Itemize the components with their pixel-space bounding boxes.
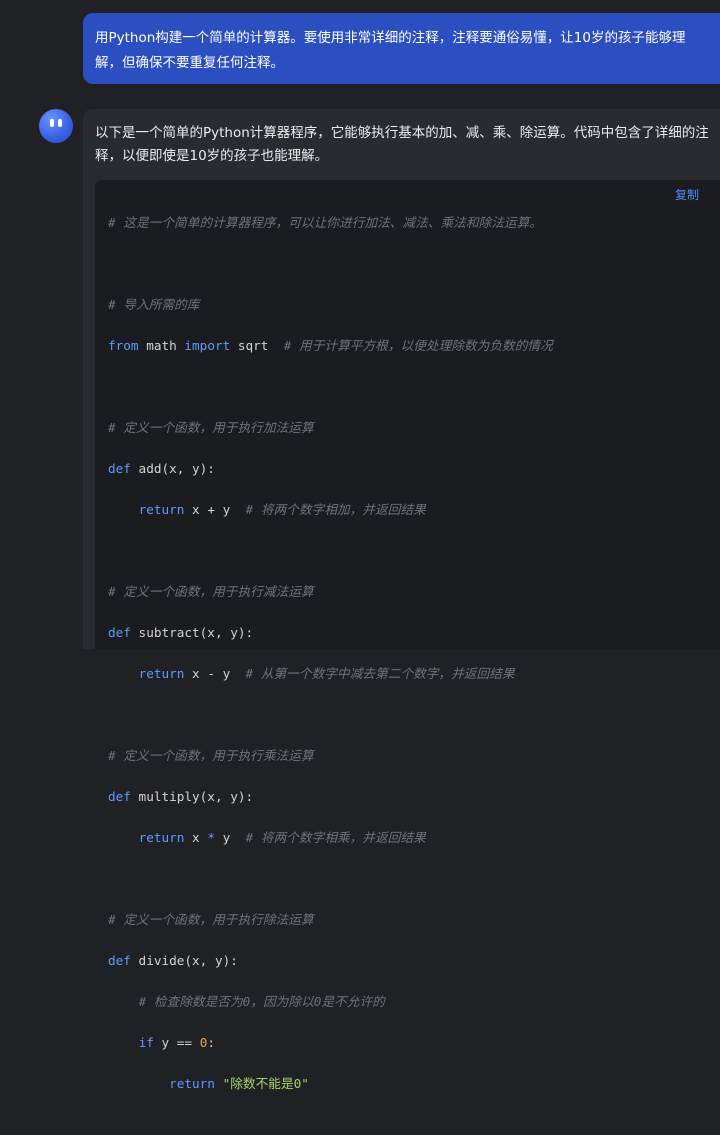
assistant-avatar: [39, 109, 73, 143]
code-line: # 这是一个简单的计算器程序，可以让你进行加法、减法、乘法和除法运算。: [108, 213, 553, 234]
avatar-eye-left: [50, 119, 54, 127]
code-line: from math import sqrt # 用于计算平方根，以便处理除数为负…: [108, 336, 553, 357]
code-block: 复制 # 这是一个简单的计算器程序，可以让你进行加法、减法、乘法和除法运算。 #…: [95, 180, 720, 1091]
code-text: x + y: [184, 501, 246, 517]
code-comment: # 定义一个函数，用于执行除法运算: [108, 911, 314, 927]
code-comment: # 将两个数字相乘，并返回结果: [245, 829, 426, 845]
code-text: y ==: [153, 1034, 200, 1050]
code-string: "除数不能是0": [214, 1075, 309, 1091]
code-text: x: [184, 829, 208, 845]
code-keyword: return: [138, 665, 185, 681]
code-comment: # 定义一个函数，用于执行加法运算: [108, 419, 314, 435]
code-line: def add(x, y):: [108, 459, 553, 480]
code-line: if y == 0:: [108, 1033, 553, 1054]
code-line: def multiply(x, y):: [108, 787, 553, 808]
code-comment: # 定义一个函数，用于执行乘法运算: [108, 747, 314, 763]
user-message-bubble: 用Python构建一个简单的计算器。要使用非常详细的注释，注释要通俗易懂，让10…: [83, 13, 720, 84]
code-line: # 导入所需的库: [108, 295, 553, 316]
code-keyword: def: [108, 624, 131, 640]
code-line: return "除数不能是0": [108, 1074, 553, 1095]
code-keyword: if: [138, 1034, 154, 1050]
code-line: return x * y # 将两个数字相乘，并返回结果: [108, 828, 553, 849]
code-text: add(x, y):: [130, 460, 215, 476]
code-keyword: return: [138, 501, 185, 517]
code-keyword: def: [108, 952, 131, 968]
code-comment: # 定义一个函数，用于执行减法运算: [108, 583, 314, 599]
code-keyword: from: [108, 337, 139, 353]
code-line: return x - y # 从第一个数字中减去第二个数字，并返回结果: [108, 664, 553, 685]
avatar-eye-right: [58, 119, 62, 127]
code-keyword: def: [108, 788, 131, 804]
code-content: # 这是一个简单的计算器程序，可以让你进行加法、减法、乘法和除法运算。 # 导入…: [108, 192, 553, 1135]
code-line: # 定义一个函数，用于执行减法运算: [108, 582, 553, 603]
code-text: divide(x, y):: [130, 952, 238, 968]
code-line: def subtract(x, y):: [108, 623, 553, 644]
code-text: sqrt: [230, 337, 284, 353]
code-text: math: [138, 337, 185, 353]
code-text: subtract(x, y):: [130, 624, 254, 640]
code-keyword: return: [138, 829, 185, 845]
code-number: 0: [199, 1034, 208, 1050]
code-line: # 定义一个函数，用于执行加法运算: [108, 418, 553, 439]
code-comment: # 将两个数字相加，并返回结果: [245, 501, 426, 517]
code-comment: # 从第一个数字中减去第二个数字，并返回结果: [245, 665, 515, 681]
code-comment: # 检查除数是否为0，因为除以0是不允许的: [138, 993, 385, 1009]
code-keyword: return: [169, 1075, 215, 1091]
code-keyword: import: [184, 337, 231, 353]
code-comment: # 用于计算平方根，以便处理除数为负数的情况: [283, 337, 553, 353]
code-text: multiply(x, y):: [130, 788, 254, 804]
code-text: :: [207, 1034, 215, 1050]
user-message-text: 用Python构建一个简单的计算器。要使用非常详细的注释，注释要通俗易懂，让10…: [95, 30, 686, 71]
assistant-message: 以下是一个简单的Python计算器程序，它能够执行基本的加、减、乘、除运算。代码…: [83, 109, 720, 1091]
copy-button[interactable]: 复制: [675, 186, 699, 203]
code-line: # 定义一个函数，用于执行除法运算: [108, 910, 553, 931]
code-comment: # 这是一个简单的计算器程序，可以让你进行加法、减法、乘法和除法运算。: [108, 214, 542, 230]
code-line: def divide(x, y):: [108, 951, 553, 972]
code-line: # 检查除数是否为0，因为除以0是不允许的: [108, 992, 553, 1013]
code-text: x - y: [184, 665, 246, 681]
code-operator: *: [207, 829, 215, 845]
code-line: # 定义一个函数，用于执行乘法运算: [108, 746, 553, 767]
code-keyword: def: [108, 460, 131, 476]
code-text: y: [214, 829, 246, 845]
code-line: return x + y # 将两个数字相加，并返回结果: [108, 500, 553, 521]
code-comment: # 导入所需的库: [108, 296, 200, 312]
assistant-intro-text: 以下是一个简单的Python计算器程序，它能够执行基本的加、减、乘、除运算。代码…: [95, 125, 709, 164]
